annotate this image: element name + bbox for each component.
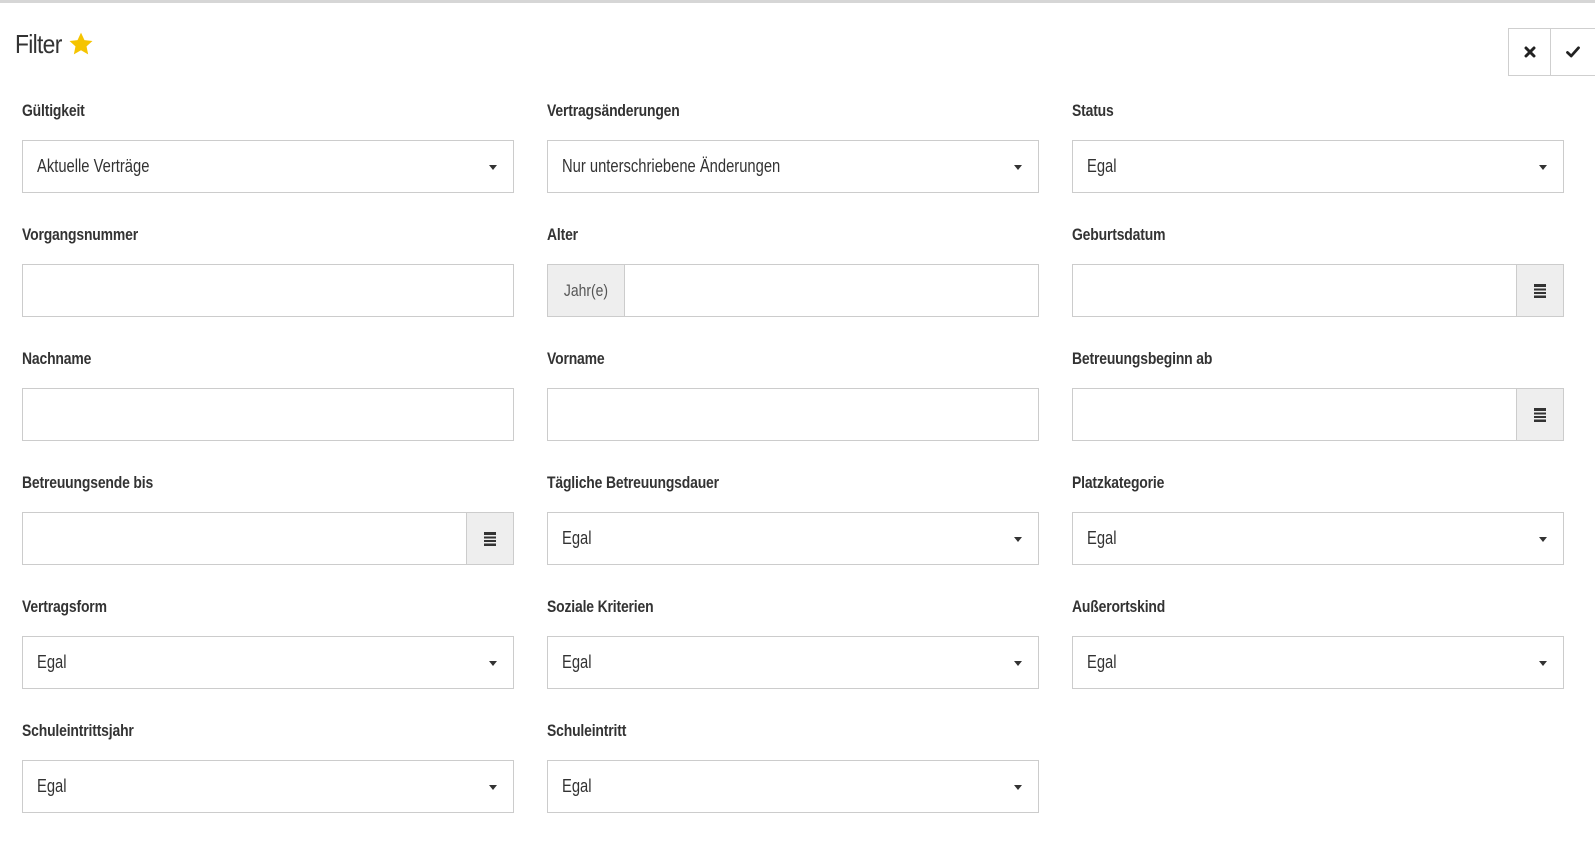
alter-input-group: Jahr(e) <box>547 264 1039 317</box>
vertragsform-select[interactable]: Egal <box>22 636 514 689</box>
betreuungsbeginn-label: Betreuungsbeginn ab <box>1072 349 1213 368</box>
schuleintritt-select[interactable]: Egal <box>547 760 1039 813</box>
ausserortskind-select[interactable]: Egal <box>1072 636 1564 689</box>
gueltigkeit-value: Aktuelle Verträge <box>37 156 150 176</box>
star-icon <box>69 32 93 55</box>
betreuungsende-input[interactable] <box>22 512 514 565</box>
gueltigkeit-select[interactable]: Aktuelle Verträge <box>22 140 514 193</box>
caret-down-icon <box>1539 165 1547 170</box>
cancel-button[interactable] <box>1508 28 1551 76</box>
status-value: Egal <box>1087 156 1117 176</box>
check-icon <box>1566 46 1580 58</box>
close-icon <box>1524 46 1535 58</box>
platzkategorie-value: Egal <box>1087 528 1117 548</box>
calendar-icon <box>1534 407 1546 422</box>
schuleintrittsjahr-label: Schuleintrittsjahr <box>22 721 134 740</box>
calendar-icon <box>484 531 496 546</box>
ausserortskind-label: Außerortskind <box>1072 597 1166 616</box>
vorgangsnummer-label: Vorgangsnummer <box>22 225 138 244</box>
vertragsform-value: Egal <box>37 652 67 672</box>
betreuungsbeginn-calendar-button[interactable] <box>1516 389 1563 440</box>
caret-down-icon <box>489 661 497 666</box>
caret-down-icon <box>1014 785 1022 790</box>
top-divider <box>0 0 1595 3</box>
soziale-kriterien-select[interactable]: Egal <box>547 636 1039 689</box>
schuleintritt-label: Schuleintritt <box>547 721 627 740</box>
caret-down-icon <box>1014 537 1022 542</box>
nachname-label: Nachname <box>22 349 92 368</box>
betreuungsdauer-select[interactable]: Egal <box>547 512 1039 565</box>
geburtsdatum-calendar-button[interactable] <box>1516 265 1563 316</box>
calendar-icon <box>1534 283 1546 298</box>
schuleintrittsjahr-select[interactable]: Egal <box>22 760 514 813</box>
betreuungsende-calendar-button[interactable] <box>466 513 513 564</box>
status-label: Status <box>1072 101 1114 120</box>
vertragsaenderungen-value: Nur unterschriebene Änderungen <box>562 156 781 176</box>
vertragsform-label: Vertragsform <box>22 597 107 616</box>
filter-actions <box>1508 28 1595 76</box>
vertragsaenderungen-label: Vertragsänderungen <box>547 101 680 120</box>
soziale-kriterien-label: Soziale Kriterien <box>547 597 654 616</box>
nachname-input[interactable] <box>22 388 514 441</box>
betreuungsdauer-value: Egal <box>562 528 592 548</box>
gueltigkeit-label: Gültigkeit <box>22 101 85 120</box>
caret-down-icon <box>489 785 497 790</box>
betreuungsdauer-label: Tägliche Betreuungsdauer <box>547 473 719 492</box>
caret-down-icon <box>1014 661 1022 666</box>
soziale-kriterien-value: Egal <box>562 652 592 672</box>
caret-down-icon <box>1014 165 1022 170</box>
alter-input[interactable] <box>625 265 1038 316</box>
geburtsdatum-label: Geburtsdatum <box>1072 225 1166 244</box>
caret-down-icon <box>489 165 497 170</box>
schuleintrittsjahr-value: Egal <box>37 776 67 796</box>
geburtsdatum-input[interactable] <box>1072 264 1564 317</box>
filter-header: Filter <box>15 24 94 64</box>
vertragsaenderungen-select[interactable]: Nur unterschriebene Änderungen <box>547 140 1039 193</box>
platzkategorie-select[interactable]: Egal <box>1072 512 1564 565</box>
caret-down-icon <box>1539 661 1547 666</box>
vorname-input[interactable] <box>547 388 1039 441</box>
apply-button[interactable] <box>1551 28 1595 76</box>
vorname-label: Vorname <box>547 349 605 368</box>
caret-down-icon <box>1539 537 1547 542</box>
platzkategorie-label: Platzkategorie <box>1072 473 1165 492</box>
alter-label: Alter <box>547 225 578 244</box>
vorgangsnummer-input[interactable] <box>22 264 514 317</box>
page-title: Filter <box>15 28 62 59</box>
alter-unit-addon: Jahr(e) <box>548 265 625 316</box>
ausserortskind-value: Egal <box>1087 652 1117 672</box>
betreuungsbeginn-input[interactable] <box>1072 388 1564 441</box>
schuleintritt-value: Egal <box>562 776 592 796</box>
betreuungsende-label: Betreuungsende bis <box>22 473 154 492</box>
status-select[interactable]: Egal <box>1072 140 1564 193</box>
